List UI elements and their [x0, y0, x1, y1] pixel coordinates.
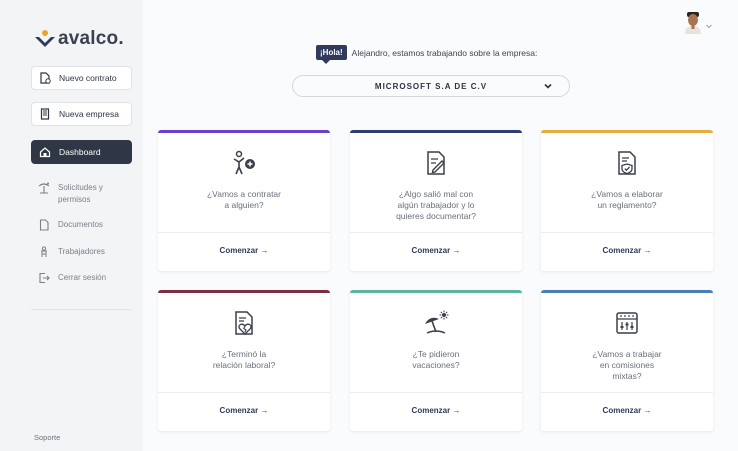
card-regulation[interactable]: ¿Vamos a elaborar un reglamento? Comenza… [541, 130, 713, 271]
sidebar-item-documents-label: Documentos [58, 220, 103, 229]
card-question: ¿Vamos a contratar a alguien? [206, 189, 281, 210]
avatar[interactable] [684, 12, 702, 34]
support-link[interactable]: Soporte [34, 433, 60, 442]
hola-badge: ¡Hola! [316, 45, 347, 64]
sidebar-item-workers-label: Trabajadores [58, 247, 105, 256]
user-menu-chevron-icon[interactable] [705, 17, 713, 35]
palm-tree-icon [38, 182, 50, 194]
logo-text: avalco. [58, 28, 124, 49]
card-separator [158, 392, 330, 393]
card-accent-bar [541, 130, 713, 133]
card-start-link[interactable]: Comenzar → [541, 406, 713, 415]
sidebar-item-logout[interactable]: Cerrar sesión [38, 272, 106, 284]
new-company-button[interactable]: Nueva empresa [31, 102, 132, 126]
sidebar-item-workers[interactable]: Trabajadores [38, 246, 105, 258]
card-question: ¿Vamos a trabajar en comisiones mixtas? [592, 349, 662, 381]
company-name: MICROSOFT S.A DE C.V [374, 81, 488, 91]
calendar-mixer-icon [614, 310, 640, 336]
card-separator [158, 232, 330, 233]
card-accent-bar [158, 290, 330, 293]
company-select[interactable]: MICROSOFT S.A DE C.V [292, 75, 570, 97]
shield-document-icon [614, 150, 640, 176]
building-icon [39, 108, 51, 120]
card-question: ¿Te pidieron vacaciones? [412, 349, 460, 370]
new-contract-label: Nuevo contrato [59, 73, 117, 83]
app: avalco. Nuevo contrato Nueva empresa Das… [0, 0, 738, 451]
beach-umbrella-icon [423, 310, 449, 336]
logo[interactable]: avalco. [34, 28, 124, 50]
hire-person-icon [231, 150, 257, 176]
worker-icon [38, 246, 50, 258]
greeting-text: Alejandro, estamos trabajando sobre la e… [351, 47, 538, 58]
sidebar-item-logout-label: Cerrar sesión [58, 273, 107, 282]
card-question: ¿Terminó la relación laboral? [212, 349, 276, 370]
card-question: ¿Algo salió mal con algún trabajador y l… [396, 189, 476, 221]
new-company-label: Nueva empresa [59, 109, 120, 119]
card-separator [350, 392, 522, 393]
card-start-link[interactable]: Comenzar → [158, 246, 330, 255]
card-vacation[interactable]: ¿Te pidieron vacaciones? Comenzar → [350, 290, 522, 431]
sidebar-item-documents[interactable]: Documentos [38, 219, 103, 231]
card-accent-bar [350, 130, 522, 133]
card-document-incident[interactable]: ¿Algo salió mal con algún trabajador y l… [350, 130, 522, 271]
card-separator [350, 232, 522, 233]
dashboard-label: Dashboard [59, 147, 101, 157]
dashboard-button[interactable]: Dashboard [31, 140, 132, 164]
chevron-down-icon [543, 81, 553, 93]
card-start-link[interactable]: Comenzar → [541, 246, 713, 255]
card-question: ¿Vamos a elaborar un reglamento? [591, 189, 663, 210]
card-accent-bar [158, 130, 330, 133]
card-start-link[interactable]: Comenzar → [350, 246, 522, 255]
card-start-link[interactable]: Comenzar → [158, 406, 330, 415]
card-accent-bar [350, 290, 522, 293]
edit-document-icon [423, 150, 449, 176]
card-start-link[interactable]: Comenzar → [350, 406, 522, 415]
card-termination[interactable]: ¿Terminó la relación laboral? Comenzar → [158, 290, 330, 431]
card-mixed-commissions[interactable]: ¿Vamos a trabajar en comisiones mixtas? … [541, 290, 713, 431]
sidebar-item-requests-label: Solicitudes y permisos [58, 183, 103, 204]
logo-mark-icon [34, 30, 56, 48]
card-hire[interactable]: ¿Vamos a contratar a alguien? Comenzar → [158, 130, 330, 271]
document-icon [38, 219, 50, 231]
sidebar-divider [31, 309, 131, 310]
card-accent-bar [541, 290, 713, 293]
card-separator [541, 232, 713, 233]
greeting: ¡Hola! Alejandro, estamos trabajando sob… [316, 45, 538, 64]
logout-icon [38, 272, 50, 284]
broken-heart-document-icon [231, 310, 257, 336]
sidebar-item-requests[interactable]: Solicitudes y permisos [38, 182, 118, 206]
sidebar: avalco. Nuevo contrato Nueva empresa Das… [0, 0, 143, 451]
contract-icon [39, 72, 51, 84]
card-separator [541, 392, 713, 393]
home-icon [39, 146, 51, 158]
new-contract-button[interactable]: Nuevo contrato [31, 66, 132, 90]
